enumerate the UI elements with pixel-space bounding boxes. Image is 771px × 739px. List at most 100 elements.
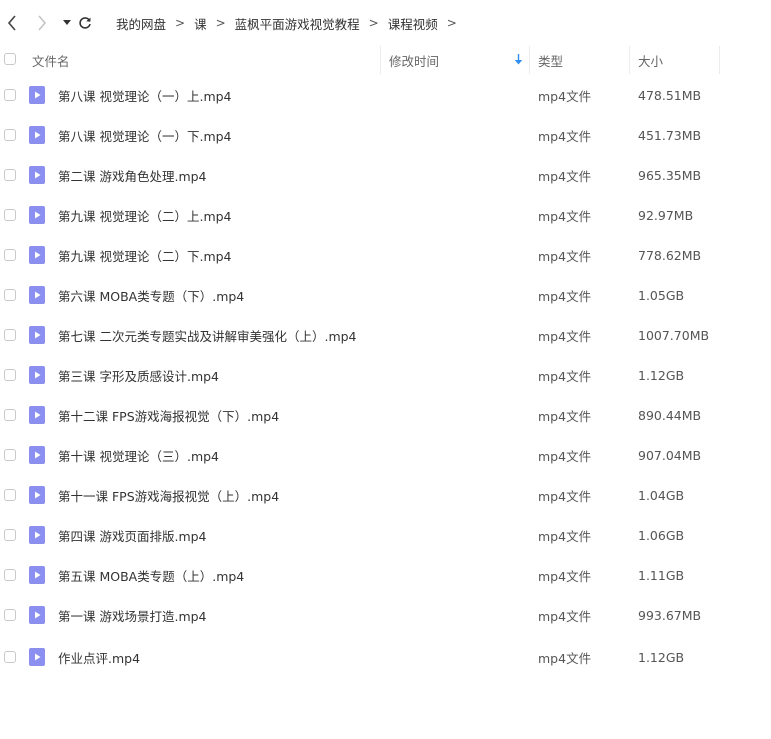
- file-name[interactable]: 第三课 字形及质感设计.mp4: [58, 355, 219, 395]
- column-divider[interactable]: [719, 46, 720, 74]
- row-checkbox[interactable]: [4, 609, 16, 621]
- file-size: 890.44MB: [638, 407, 702, 423]
- file-row[interactable]: 第十二课 FPS游戏海报视觉（下）.mp4 mp4文件 890.44MB: [0, 395, 771, 435]
- file-type: mp4文件: [538, 128, 592, 144]
- video-file-icon: [29, 286, 45, 304]
- file-row[interactable]: 作业点评.mp4 mp4文件 1.12GB: [0, 637, 771, 677]
- file-size: 451.73MB: [638, 127, 702, 143]
- file-name[interactable]: 第八课 视觉理论（一）上.mp4: [58, 75, 232, 115]
- column-divider[interactable]: [629, 46, 630, 74]
- file-row[interactable]: 第九课 视觉理论（二）上.mp4 mp4文件 92.97MB: [0, 195, 771, 235]
- file-size: 1.06GB: [638, 527, 685, 543]
- breadcrumb-item-videos[interactable]: 课程视频: [388, 14, 438, 33]
- file-row[interactable]: 第三课 字形及质感设计.mp4 mp4文件 1.12GB: [0, 355, 771, 395]
- file-size: 778.62MB: [638, 247, 702, 263]
- toolbar: 我的网盘 > 课 > 蓝枫平面游戏视觉教程 > 课程视频 >: [0, 0, 771, 46]
- column-header-name[interactable]: 文件名: [32, 46, 70, 74]
- row-checkbox[interactable]: [4, 449, 16, 461]
- forward-button[interactable]: [33, 14, 51, 32]
- row-checkbox[interactable]: [4, 289, 16, 301]
- caret-down-icon: [63, 20, 71, 25]
- column-header-type[interactable]: 类型: [538, 46, 563, 74]
- video-file-icon: [29, 166, 45, 184]
- file-name[interactable]: 第一课 游戏场景打造.mp4: [58, 595, 207, 635]
- video-file-icon: [29, 648, 45, 666]
- file-name[interactable]: 第五课 MOBA类专题（上）.mp4: [58, 555, 244, 595]
- file-size: 993.67MB: [638, 607, 702, 623]
- column-divider[interactable]: [529, 46, 530, 74]
- video-file-icon: [29, 566, 45, 584]
- select-all-checkbox[interactable]: [4, 53, 16, 65]
- video-file-icon: [29, 526, 45, 544]
- row-checkbox[interactable]: [4, 169, 16, 181]
- file-name[interactable]: 第九课 视觉理论（二）上.mp4: [58, 195, 232, 235]
- file-name[interactable]: 第八课 视觉理论（一）下.mp4: [58, 115, 232, 155]
- file-name[interactable]: 作业点评.mp4: [58, 637, 140, 677]
- file-name[interactable]: 第十二课 FPS游戏海报视觉（下）.mp4: [58, 395, 279, 435]
- breadcrumb-item-course[interactable]: 课: [194, 14, 207, 33]
- video-file-icon: [29, 606, 45, 624]
- file-type: mp4文件: [538, 408, 592, 424]
- chevron-right-icon: [38, 15, 47, 31]
- file-row[interactable]: 第八课 视觉理论（一）上.mp4 mp4文件 478.51MB: [0, 75, 771, 115]
- file-size: 1.11GB: [638, 567, 685, 583]
- file-name[interactable]: 第十课 视觉理论（三）.mp4: [58, 435, 219, 475]
- row-checkbox[interactable]: [4, 129, 16, 141]
- video-file-icon: [29, 446, 45, 464]
- file-size: 907.04MB: [638, 447, 702, 463]
- row-checkbox[interactable]: [4, 529, 16, 541]
- row-checkbox[interactable]: [4, 329, 16, 341]
- column-divider[interactable]: [380, 46, 381, 74]
- file-type: mp4文件: [538, 568, 592, 584]
- file-type: mp4文件: [538, 248, 592, 264]
- file-type: mp4文件: [538, 448, 592, 464]
- file-row[interactable]: 第六课 MOBA类专题（下）.mp4 mp4文件 1.05GB: [0, 275, 771, 315]
- file-row[interactable]: 第四课 游戏页面排版.mp4 mp4文件 1.06GB: [0, 515, 771, 555]
- file-size: 1.12GB: [638, 649, 685, 665]
- row-checkbox[interactable]: [4, 409, 16, 421]
- file-name[interactable]: 第六课 MOBA类专题（下）.mp4: [58, 275, 244, 315]
- breadcrumb-item-root[interactable]: 我的网盘: [116, 14, 166, 33]
- file-name[interactable]: 第四课 游戏页面排版.mp4: [58, 515, 207, 555]
- file-row[interactable]: 第十课 视觉理论（三）.mp4 mp4文件 907.04MB: [0, 435, 771, 475]
- sort-desc-icon[interactable]: [514, 54, 523, 66]
- file-row[interactable]: 第八课 视觉理论（一）下.mp4 mp4文件 451.73MB: [0, 115, 771, 155]
- file-row[interactable]: 第二课 游戏角色处理.mp4 mp4文件 965.35MB: [0, 155, 771, 195]
- file-name[interactable]: 第七课 二次元类专题实战及讲解审美强化（上）.mp4: [58, 315, 357, 355]
- file-row[interactable]: 第七课 二次元类专题实战及讲解审美强化（上）.mp4 mp4文件 1007.70…: [0, 315, 771, 355]
- history-dropdown-button[interactable]: [58, 14, 76, 32]
- row-checkbox[interactable]: [4, 249, 16, 261]
- row-checkbox[interactable]: [4, 209, 16, 221]
- file-type: mp4文件: [538, 608, 592, 624]
- column-header-modified[interactable]: 修改时间: [389, 46, 439, 74]
- file-name[interactable]: 第十一课 FPS游戏海报视觉（上）.mp4: [58, 475, 279, 515]
- file-list-header: 文件名 修改时间 类型 大小: [0, 46, 771, 74]
- file-name[interactable]: 第二课 游戏角色处理.mp4: [58, 155, 207, 195]
- file-type: mp4文件: [538, 208, 592, 224]
- breadcrumb-item-tutorial[interactable]: 蓝枫平面游戏视觉教程: [235, 14, 360, 33]
- file-type: mp4文件: [538, 288, 592, 304]
- refresh-icon: [79, 17, 91, 29]
- file-type: mp4文件: [538, 368, 592, 384]
- row-checkbox[interactable]: [4, 569, 16, 581]
- file-row[interactable]: 第一课 游戏场景打造.mp4 mp4文件 993.67MB: [0, 595, 771, 635]
- file-type: mp4文件: [538, 88, 592, 104]
- file-row[interactable]: 第十一课 FPS游戏海报视觉（上）.mp4 mp4文件 1.04GB: [0, 475, 771, 515]
- column-header-size[interactable]: 大小: [638, 46, 663, 74]
- row-checkbox[interactable]: [4, 369, 16, 381]
- row-checkbox[interactable]: [4, 489, 16, 501]
- refresh-button[interactable]: [76, 14, 94, 32]
- breadcrumb-separator: >: [368, 16, 379, 30]
- file-size: 1.05GB: [638, 287, 685, 303]
- video-file-icon: [29, 366, 45, 384]
- file-size: 965.35MB: [638, 167, 702, 183]
- row-checkbox[interactable]: [4, 89, 16, 101]
- file-type: mp4文件: [538, 328, 592, 344]
- back-button[interactable]: [3, 14, 21, 32]
- row-checkbox[interactable]: [4, 651, 16, 663]
- file-row[interactable]: 第五课 MOBA类专题（上）.mp4 mp4文件 1.11GB: [0, 555, 771, 595]
- file-name[interactable]: 第九课 视觉理论（二）下.mp4: [58, 235, 232, 275]
- video-file-icon: [29, 126, 45, 144]
- file-row[interactable]: 第九课 视觉理论（二）下.mp4 mp4文件 778.62MB: [0, 235, 771, 275]
- file-type: mp4文件: [538, 650, 592, 666]
